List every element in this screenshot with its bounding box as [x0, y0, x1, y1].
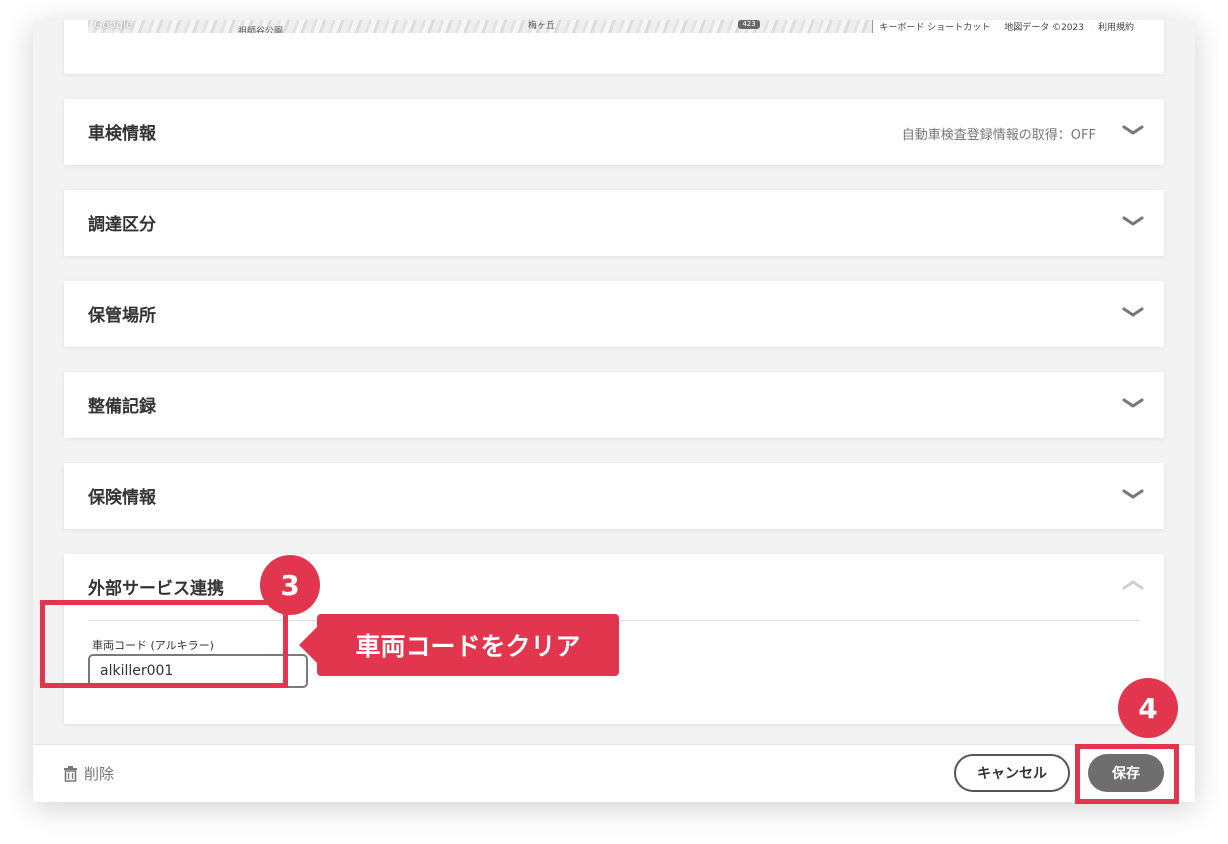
clear-vehicle-code-callout: 車両コードをクリア: [299, 614, 619, 676]
section-shaken-info[interactable]: 車検情報 自動車検査登録情報の取得：OFF: [64, 99, 1164, 165]
map-logo: Google: [94, 20, 133, 31]
section-procurement[interactable]: 調達区分: [64, 190, 1164, 256]
section-title: 整備記録: [88, 397, 156, 417]
save-button[interactable]: 保存: [1088, 754, 1164, 792]
chevron-up-icon[interactable]: [1122, 577, 1144, 593]
step-4-badge: 4: [1118, 678, 1178, 738]
cancel-button[interactable]: キャンセル: [954, 754, 1070, 792]
chevron-down-icon[interactable]: [1122, 486, 1144, 502]
map-route-badge: 423: [738, 20, 760, 29]
map-shortcuts-link[interactable]: キーボード ショートカット: [879, 20, 990, 33]
section-title: 調達区分: [88, 215, 156, 235]
section-title: 保険情報: [88, 488, 156, 508]
section-maintenance-record[interactable]: 整備記録: [64, 372, 1164, 438]
section-insurance-info[interactable]: 保険情報: [64, 463, 1164, 529]
section-status: 自動車検査登録情報の取得：OFF: [901, 128, 1096, 143]
section-storage-location[interactable]: 保管場所: [64, 281, 1164, 347]
chevron-down-icon[interactable]: [1122, 304, 1144, 320]
section-title: 車検情報: [88, 124, 156, 144]
chevron-down-icon[interactable]: [1122, 213, 1144, 229]
chevron-down-icon[interactable]: [1122, 395, 1144, 411]
map-card: Google 祖師谷公園 梅ヶ丘 423 キーボード ショートカット 地図データ…: [64, 20, 1164, 74]
section-title[interactable]: 外部サービス連携: [88, 574, 224, 599]
vehicle-code-input[interactable]: [88, 654, 308, 688]
app-frame: Google 祖師谷公園 梅ヶ丘 423 キーボード ショートカット 地図データ…: [33, 20, 1195, 802]
map-attribution: キーボード ショートカット 地図データ ©2023 利用規約: [872, 20, 1140, 33]
map-terms-link[interactable]: 利用規約: [1098, 20, 1134, 33]
chevron-down-icon[interactable]: [1122, 122, 1144, 138]
delete-button[interactable]: 削除: [63, 763, 114, 784]
delete-label: 削除: [84, 765, 115, 783]
section-title: 保管場所: [88, 306, 156, 326]
map-label-area: 梅ヶ丘: [528, 21, 556, 31]
trash-icon: [64, 765, 77, 782]
footer-action-bar: 削除 キャンセル 保存: [33, 744, 1195, 802]
vehicle-code-label: 車両コード (アルキラー): [92, 639, 214, 652]
step-3-badge: 3: [260, 555, 320, 615]
map-label-park: 祖師谷公園: [238, 27, 284, 33]
map-view[interactable]: Google 祖師谷公園 梅ヶ丘 423 キーボード ショートカット 地図データ…: [88, 20, 1140, 33]
map-data-credit: 地図データ ©2023: [1004, 23, 1084, 33]
